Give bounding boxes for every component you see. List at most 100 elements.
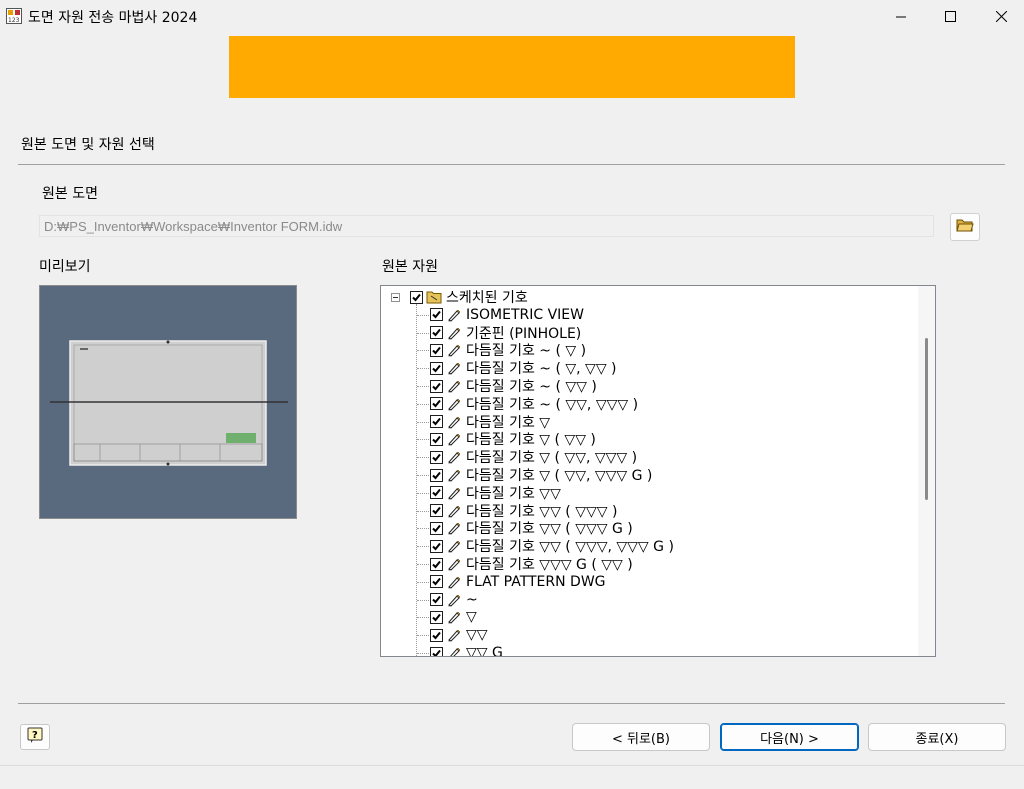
checkbox[interactable] [410, 290, 423, 304]
sketched-symbol-icon [446, 593, 462, 607]
title-bar: 123 도면 자원 전송 마법사 2024 [0, 0, 1024, 33]
scroll-thumb[interactable] [925, 338, 928, 500]
tree-guide-line [417, 368, 429, 370]
source-resources-label: 원본 자원 [382, 259, 438, 275]
checkbox[interactable] [430, 343, 443, 357]
tree-item[interactable]: 다듬질 기호 ▽▽ ( ▽▽▽ G ) [430, 519, 633, 537]
checkbox[interactable] [430, 432, 443, 446]
checkbox[interactable] [430, 415, 443, 429]
bottom-divider [18, 703, 1005, 704]
tree-item[interactable]: 다듬질 기호 ▽▽ [430, 484, 561, 502]
tree-item[interactable]: 다듬질 기호 ▽ ( ▽▽, ▽▽▽ G ) [430, 466, 652, 484]
window-title: 도면 자원 전송 마법사 2024 [28, 10, 198, 26]
maximize-icon [944, 11, 956, 22]
tree-guide-line [417, 546, 429, 548]
tree-item-label: ▽▽ G [466, 645, 503, 657]
tree-item-label: FLAT PATTERN DWG [466, 573, 606, 590]
checkbox[interactable] [430, 557, 443, 571]
checkbox[interactable] [430, 539, 443, 553]
sketched-symbol-icon [446, 557, 462, 571]
source-drawing-label: 원본 도면 [42, 186, 98, 202]
checkbox[interactable] [430, 610, 443, 624]
tree-guide-line [417, 457, 429, 459]
checkbox[interactable] [430, 646, 443, 656]
tree-guide-line [417, 421, 429, 423]
sketched-symbol-icon [446, 361, 462, 375]
checkbox[interactable] [430, 379, 443, 393]
finish-button[interactable]: 종료(X) [868, 723, 1006, 751]
sketched-symbol-icon [446, 521, 462, 535]
tree-item[interactable]: ▽ [430, 608, 477, 626]
tree-item-label: 다듬질 기호 ▽▽▽ G ( ▽▽ ) [466, 557, 633, 573]
back-button[interactable]: < 뒤로(B) [572, 723, 710, 751]
tree-guide-line [417, 653, 429, 654]
tree-item[interactable]: 다듬질 기호 ~ ( ▽, ▽▽ ) [430, 359, 617, 377]
tree-guide-line [417, 581, 429, 583]
tree-item[interactable]: FLAT PATTERN DWG [430, 573, 606, 591]
tree-item-label: ▽ [466, 609, 477, 626]
sketched-symbol-icon [446, 450, 462, 464]
tree-guide-line [417, 314, 429, 316]
tree-item[interactable]: 다듬질 기호 ~ ( ▽▽, ▽▽▽ ) [430, 395, 638, 413]
checkbox[interactable] [430, 361, 443, 375]
sketched-symbol-icon [446, 432, 462, 446]
tree-item-label: 스케치된 기호 [446, 290, 528, 306]
tree-item[interactable]: 다듬질 기호 ~ ( ▽▽ ) [430, 377, 597, 395]
tree-guide-line [417, 617, 429, 619]
tree-item[interactable]: 기준핀 (PINHOLE) [430, 324, 581, 342]
svg-text:?: ? [32, 730, 38, 741]
tree-item[interactable]: ~ [430, 591, 478, 609]
resource-tree[interactable]: 스케치된 기호 ISOMETRIC VIEW 기준핀 (PINHOLE) 다듬질 기호… [380, 285, 936, 657]
section-title: 원본 도면 및 자원 선택 [21, 137, 155, 153]
tree-scrollbar[interactable] [918, 286, 935, 656]
tree-root-item[interactable]: 스케치된 기호 [410, 288, 528, 306]
drawing-preview [39, 285, 297, 519]
tree-item[interactable]: 다듬질 기호 ~ ( ▽ ) [430, 341, 586, 359]
tree-item[interactable]: 다듬질 기호 ▽▽ ( ▽▽▽, ▽▽▽ G ) [430, 537, 674, 555]
help-icon: ? [27, 727, 43, 747]
checkbox[interactable] [430, 593, 443, 607]
tree-guide-line [417, 492, 429, 494]
browse-button[interactable] [950, 213, 980, 241]
tree-item[interactable]: ISOMETRIC VIEW [430, 306, 584, 324]
collapse-toggle[interactable] [391, 293, 400, 302]
tree-item[interactable]: 다듬질 기호 ▽ ( ▽▽, ▽▽▽ ) [430, 448, 637, 466]
tree-item[interactable]: ▽▽ G [430, 644, 503, 657]
next-button[interactable]: 다음(N) > [720, 723, 859, 751]
checkbox[interactable] [430, 397, 443, 411]
tree-item[interactable]: 다듬질 기호 ▽ [430, 413, 550, 431]
open-folder-icon [956, 217, 974, 237]
checkbox[interactable] [430, 628, 443, 642]
help-button[interactable]: ? [20, 724, 50, 750]
tree-item-label: ISOMETRIC VIEW [466, 306, 584, 323]
checkbox[interactable] [430, 521, 443, 535]
tree-guide-line [416, 303, 417, 656]
checkbox[interactable] [430, 308, 443, 322]
tree-guide-line [417, 332, 429, 334]
tree-item[interactable]: 다듬질 기호 ▽▽ ( ▽▽▽ ) [430, 502, 617, 520]
checkbox[interactable] [430, 504, 443, 518]
checkbox[interactable] [430, 450, 443, 464]
sketched-symbol-icon [446, 379, 462, 393]
tree-guide-line [417, 350, 429, 352]
source-drawing-path-field[interactable] [39, 215, 934, 237]
checkbox[interactable] [430, 326, 443, 340]
sketched-symbol-icon [446, 610, 462, 624]
sketched-symbol-icon [446, 486, 462, 500]
tree-guide-line [417, 475, 429, 476]
tree-guide-line [417, 564, 429, 565]
preview-label: 미리보기 [39, 259, 91, 275]
tree-item[interactable]: ▽▽ [430, 626, 488, 644]
divider [18, 164, 1005, 165]
close-button[interactable] [978, 0, 1024, 33]
checkbox[interactable] [430, 486, 443, 500]
svg-text:123: 123 [8, 17, 20, 24]
tree-item[interactable]: 다듬질 기호 ▽▽▽ G ( ▽▽ ) [430, 555, 633, 573]
tree-guide-line [417, 439, 429, 441]
tree-item[interactable]: 다듬질 기호 ▽ ( ▽▽ ) [430, 430, 596, 448]
minimize-button[interactable] [878, 0, 924, 33]
checkbox[interactable] [430, 575, 443, 589]
checkbox[interactable] [430, 468, 443, 482]
sketched-symbol-icon [446, 415, 462, 429]
maximize-button[interactable] [927, 0, 973, 33]
